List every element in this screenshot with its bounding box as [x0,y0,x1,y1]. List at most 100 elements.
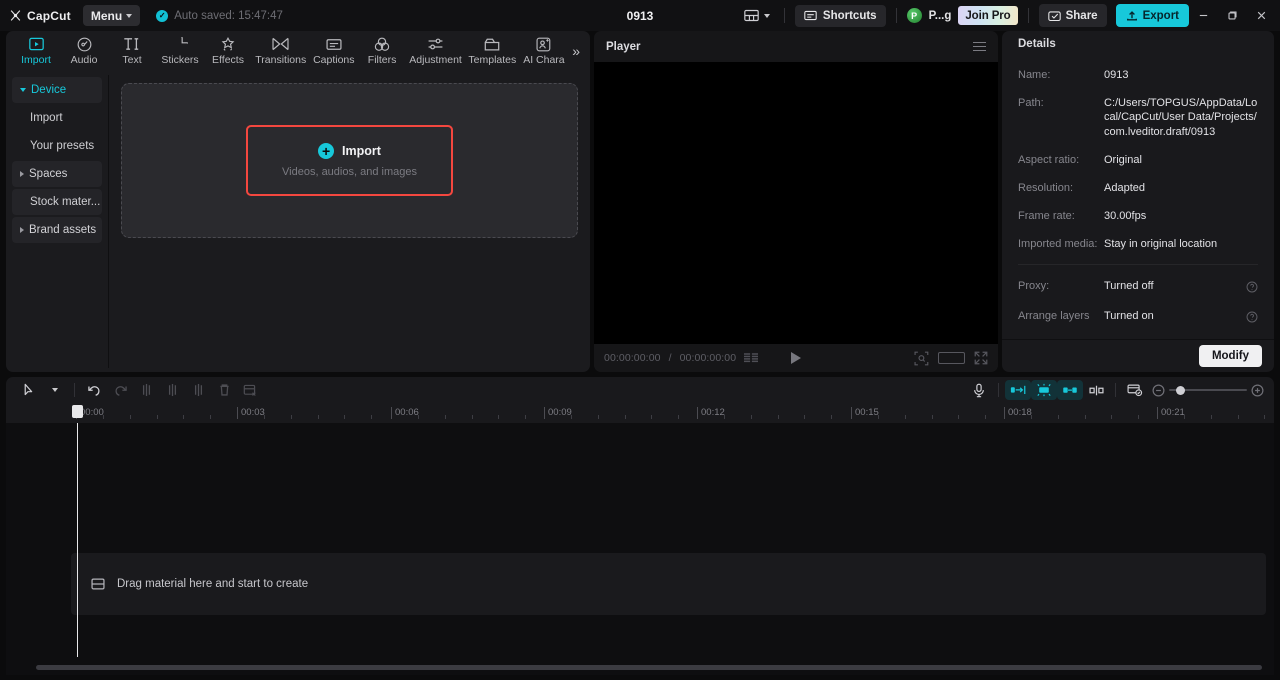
chevron-down-icon [126,13,133,18]
share-button[interactable]: Share [1038,4,1107,27]
ruler-tick-minor [958,415,960,419]
player-panel: Player 00:00:00:00 / 00:00:00:00 [594,31,998,372]
trash-icon[interactable] [211,380,237,401]
crop-clip-icon[interactable] [237,380,263,401]
frames-grid-icon[interactable] [744,352,759,364]
shortcuts-button[interactable]: Shortcuts [794,4,886,27]
play-icon[interactable] [791,352,801,364]
tab-label: Transitions [255,54,307,66]
ruler-tick-minor [1237,415,1239,419]
ruler-label: 00:21 [1161,407,1185,418]
hamburger-menu-icon[interactable] [973,41,986,52]
tab-effects[interactable]: Effects [204,31,252,71]
microphone-icon[interactable] [966,380,992,401]
import-hint: Videos, audios, and images [282,166,417,178]
sidebar-item-import[interactable]: Import [12,105,102,131]
trim-right-icon[interactable] [185,380,211,401]
tab-templates[interactable]: Templates [465,31,520,71]
playhead-handle[interactable] [72,405,83,418]
ruler-tick-minor [831,415,833,419]
timeline-drop-area[interactable]: Drag material here and start to create [71,553,1266,615]
avatar: P [906,8,922,23]
sidebar-item-your-presets[interactable]: Your presets [12,133,102,159]
undo-icon[interactable] [81,380,107,401]
export-button[interactable]: Export [1115,4,1189,27]
menu-button[interactable]: Menu [82,5,141,26]
chevron-down-icon [763,13,770,18]
import-area: + Import Videos, audios, and images [109,71,590,372]
redo-icon[interactable] [107,380,133,401]
tab-audio[interactable]: Audio [60,31,108,71]
player-stage[interactable] [594,62,998,344]
split-icon[interactable] [133,380,159,401]
import-dropzone[interactable]: + Import Videos, audios, and images [121,83,578,238]
details-panel: Details Name: 0913 Path: C:/Users/TOPGUS… [1002,31,1274,372]
zoom-in-icon[interactable] [1251,384,1264,397]
sidebar-item-label: Device [31,84,67,96]
row-label: Resolution: [1018,181,1074,194]
row-label: Aspect ratio: [1018,154,1080,167]
link-audio-video-icon[interactable] [1057,380,1083,400]
timeline-toolbar-right [966,380,1264,401]
select-tool-dropdown[interactable] [42,380,68,401]
details-row-proxy: Proxy: Turned off [1018,279,1258,294]
row-label: Arrange layers [1018,310,1090,323]
layout-switch-button[interactable] [740,6,774,25]
adsorb-icon[interactable] [1083,380,1109,401]
tab-ai-character[interactable]: AI Chara [520,31,569,71]
minimize-button[interactable] [1189,0,1218,31]
import-button[interactable]: + Import [318,143,381,159]
more-tabs-button[interactable]: » [568,43,584,59]
zoom-knob[interactable] [1176,385,1185,395]
adjustment-sliders-icon [427,36,444,52]
snap-left-icon[interactable] [1005,380,1031,400]
trim-left-icon[interactable] [159,380,185,401]
account-group[interactable]: P P...g Join Pro [906,6,1018,25]
details-row-arrange-layers: Arrange layers Turned on [1018,309,1258,324]
import-media-icon [28,36,44,52]
sidebar-item-stock-materials[interactable]: Stock mater... [12,189,102,215]
tab-text[interactable]: Text [108,31,156,71]
tab-label: Captions [313,54,355,66]
ruler-tick-minor [651,415,653,419]
magnet-snap-icon[interactable] [1031,380,1057,400]
timeline-horizontal-scrollbar[interactable] [36,665,1262,670]
preview-render-icon[interactable] [1122,380,1148,401]
row-value: Adapted [1104,181,1145,194]
sidebar-item-device[interactable]: Device [12,77,102,103]
ruler-tick-minor [471,415,473,419]
fullscreen-icon[interactable] [974,351,988,365]
tab-import[interactable]: Import [12,31,60,71]
zoom-out-icon[interactable] [1152,384,1165,397]
tab-label: Filters [367,54,397,66]
tab-label: Stickers [161,54,199,66]
timeline-tracks[interactable] [71,423,1266,663]
timeline-body[interactable]: Drag material here and start to create [6,423,1274,675]
import-button-label: Import [342,144,381,158]
details-footer: Modify [1002,339,1274,372]
media-sidebar: Device Import Your presets Spaces Stock … [6,71,108,372]
help-circle-icon[interactable] [1246,281,1258,293]
close-button[interactable] [1247,0,1276,31]
media-panel: Device Import Your presets Spaces Stock … [6,71,590,372]
modify-button[interactable]: Modify [1198,345,1262,368]
cursor-arrow-icon[interactable] [16,380,42,401]
tab-adjustment[interactable]: Adjustment [406,31,465,71]
sidebar-item-brand-assets[interactable]: Brand assets [12,217,102,243]
row-label: Frame rate: [1018,209,1075,222]
tab-filters[interactable]: Filters [358,31,406,71]
crop-zoom-icon[interactable] [914,351,929,366]
zoom-track[interactable] [1169,385,1247,395]
tab-stickers[interactable]: Stickers [156,31,204,71]
tab-transitions[interactable]: Transitions [252,31,309,71]
tab-captions[interactable]: Captions [309,31,358,71]
ruler-tick-minor [525,415,527,419]
join-pro-button[interactable]: Join Pro [958,6,1018,25]
aspect-ratio-icon[interactable] [938,352,965,364]
timeline-ruler[interactable]: 00:00 00:03 00:06 00:09 00:12 00:15 00:18 00:21 [6,403,1274,423]
time-separator: / [668,352,672,364]
help-circle-icon[interactable] [1246,311,1258,323]
timeline-zoom-slider[interactable] [1152,384,1264,397]
maximize-button[interactable] [1218,0,1247,31]
sidebar-item-spaces[interactable]: Spaces [12,161,102,187]
